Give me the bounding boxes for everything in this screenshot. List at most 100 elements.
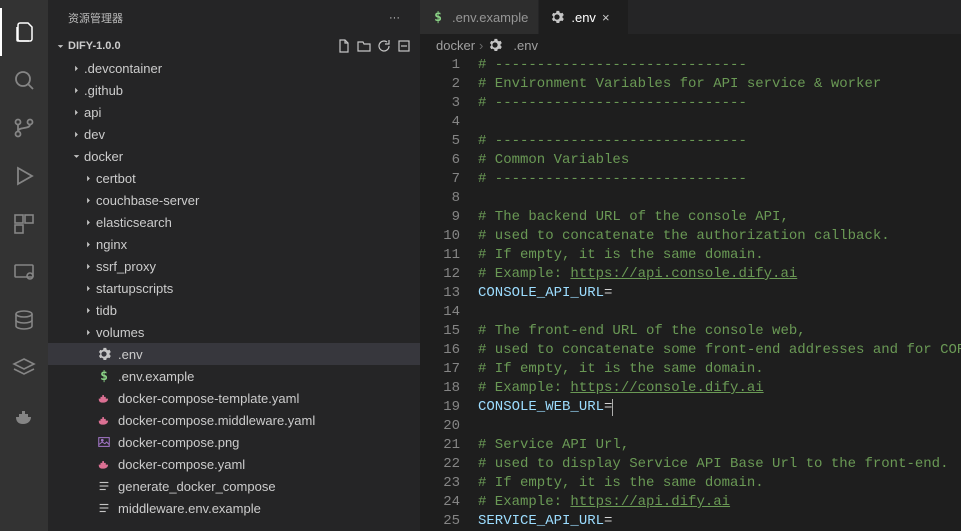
editor-area: $.env.example.env× docker › .env 1234567… [420,0,961,531]
code-line[interactable] [478,303,961,322]
code-line[interactable]: # used to concatenate some front-end add… [478,341,961,360]
file-row[interactable]: middleware.env.example [48,497,420,519]
chevron-right-icon [68,60,84,76]
editor-tab[interactable]: $.env.example [420,0,539,34]
code-line[interactable]: SERVICE_API_URL= [478,512,961,531]
editor-tab[interactable]: .env× [539,0,629,34]
code-line[interactable]: CONSOLE_API_URL= [478,284,961,303]
sidebar-more-button[interactable]: ··· [389,12,400,24]
docker-activity[interactable] [0,392,48,440]
search-activity[interactable] [0,56,48,104]
remote-activity[interactable] [0,248,48,296]
editor-content[interactable]: 1234567891011121314151617181920212223242… [420,56,961,531]
code-line[interactable]: # Service API Url, [478,436,961,455]
file-row[interactable]: generate_docker_compose [48,475,420,497]
new-file-icon[interactable] [336,38,352,54]
tree-item-label: docker-compose-template.yaml [118,391,299,406]
tree-item-label: .env.example [118,369,194,384]
sidebar-title: 资源管理器 [68,10,123,26]
folder-row[interactable]: docker [48,145,420,167]
code-line[interactable]: # ------------------------------ [478,170,961,189]
tab-bar: $.env.example.env× [420,0,961,34]
file-row[interactable]: docker-compose.yaml [48,453,420,475]
file-row[interactable]: docker-compose-template.yaml [48,387,420,409]
chevron-right-icon [80,214,96,230]
file-row[interactable]: .env [48,343,420,365]
stack-activity[interactable] [0,344,48,392]
folder-row[interactable]: .devcontainer [48,57,420,79]
project-header[interactable]: DIFY-1.0.0 [48,35,420,57]
folder-row[interactable]: dev [48,123,420,145]
tree-item-label: tidb [96,303,117,318]
dollar-icon: $ [96,368,112,384]
file-row[interactable]: $ .env.example [48,365,420,387]
code-line[interactable]: # The backend URL of the console API, [478,208,961,227]
folder-row[interactable]: nginx [48,233,420,255]
project-actions [336,38,420,54]
database-activity[interactable] [0,296,48,344]
code-line[interactable]: # ------------------------------ [478,94,961,113]
run-debug-activity[interactable] [0,152,48,200]
folder-row[interactable]: elasticsearch [48,211,420,233]
file-row[interactable]: docker-compose.png [48,431,420,453]
line-numbers: 1234567891011121314151617181920212223242… [420,56,478,531]
code-line[interactable] [478,417,961,436]
folder-row[interactable]: startupscripts [48,277,420,299]
folder-row[interactable]: volumes [48,321,420,343]
breadcrumbs[interactable]: docker › .env [420,34,961,56]
gear-icon [549,9,565,25]
source-control-activity[interactable] [0,104,48,152]
code-line[interactable]: # If empty, it is the same domain. [478,246,961,265]
tree-item-label: couchbase-server [96,193,199,208]
code-line[interactable]: # Common Variables [478,151,961,170]
code-line[interactable]: # The front-end URL of the console web, [478,322,961,341]
folder-row[interactable]: tidb [48,299,420,321]
refresh-icon[interactable] [376,38,392,54]
code-line[interactable]: # If empty, it is the same domain. [478,474,961,493]
whale-icon [96,456,112,472]
code-area[interactable]: # ------------------------------# Enviro… [478,56,961,531]
code-line[interactable]: # used to concatenate the authorization … [478,227,961,246]
code-line[interactable] [478,189,961,208]
text-cursor [612,399,613,416]
code-line[interactable]: # used to display Service API Base Url t… [478,455,961,474]
close-icon[interactable]: × [602,10,618,25]
explorer-sidebar: 资源管理器 ··· DIFY-1.0.0 .devcontainer .githu… [48,0,420,531]
tree-item-label: .github [84,83,123,98]
folder-row[interactable]: api [48,101,420,123]
chevron-right-icon [80,192,96,208]
code-line[interactable]: # Example: https://api.dify.ai [478,493,961,512]
file-row[interactable]: docker-compose.middleware.yaml [48,409,420,431]
explorer-activity[interactable] [0,8,48,56]
code-line[interactable] [478,113,961,132]
breadcrumb-part[interactable]: docker [436,38,475,53]
code-line[interactable]: # ------------------------------ [478,132,961,151]
chevron-right-icon [68,82,84,98]
code-line[interactable]: # Example: https://console.dify.ai [478,379,961,398]
stack-icon [12,356,36,380]
folder-row[interactable]: couchbase-server [48,189,420,211]
code-line[interactable]: # Environment Variables for API service … [478,75,961,94]
tree-item-label: elasticsearch [96,215,172,230]
folder-row[interactable]: certbot [48,167,420,189]
extensions-icon [12,212,36,236]
sidebar-title-row: 资源管理器 ··· [48,0,420,35]
tree-item-label: dev [84,127,105,142]
code-line[interactable]: # Example: https://api.console.dify.ai [478,265,961,284]
search-icon [12,68,36,92]
folder-row[interactable]: ssrf_proxy [48,255,420,277]
folder-row[interactable]: .github [48,79,420,101]
whale-icon [96,412,112,428]
tree-item-label: docker [84,149,123,164]
breadcrumb-part[interactable]: .env [513,38,538,53]
chevron-right-icon [80,170,96,186]
code-line[interactable]: # ------------------------------ [478,56,961,75]
collapse-icon[interactable] [396,38,412,54]
code-line[interactable]: CONSOLE_WEB_URL= [478,398,961,417]
new-folder-icon[interactable] [356,38,372,54]
project-name: DIFY-1.0.0 [68,40,121,52]
extensions-activity[interactable] [0,200,48,248]
tree-item-label: startupscripts [96,281,173,296]
dollar-icon: $ [430,9,446,25]
code-line[interactable]: # If empty, it is the same domain. [478,360,961,379]
